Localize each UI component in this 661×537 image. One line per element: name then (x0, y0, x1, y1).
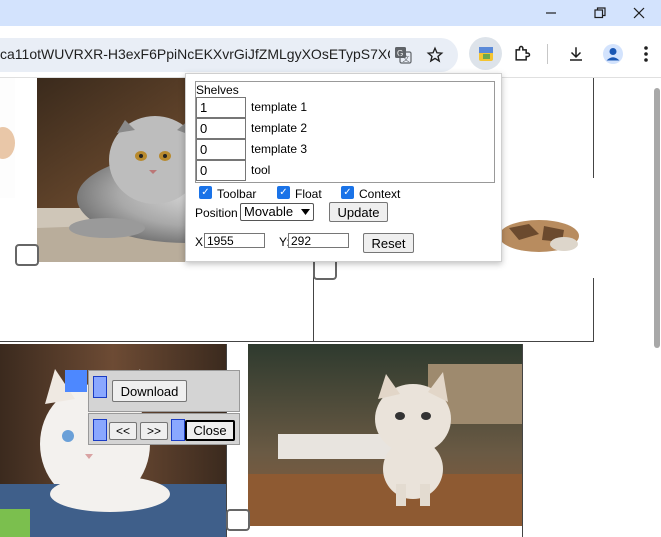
window-titlebar (0, 0, 661, 26)
puzzle-icon[interactable] (505, 37, 538, 70)
profile-icon[interactable] (596, 37, 629, 70)
shelf-count-input[interactable] (196, 97, 246, 118)
context-checkbox[interactable]: ✓ (341, 186, 354, 199)
extension-popup: Shelves template 1 template 2 template 3… (185, 73, 502, 262)
shelf-count-input[interactable] (196, 160, 246, 181)
shelves-group: Shelves template 1 template 2 template 3… (195, 81, 495, 183)
url-text[interactable]: ca11otWUVRXR-H3exF6PpiNcEKXvrGiJfZMLgyXO… (0, 46, 390, 62)
float-checkbox-label: Float (295, 187, 322, 201)
position-label: Position (195, 206, 238, 220)
context-checkbox-label: Context (359, 187, 401, 201)
shelf-label: template 3 (251, 142, 308, 156)
shelf-label: template 2 (251, 121, 308, 135)
cat-photo (0, 78, 15, 198)
close-icon[interactable] (617, 0, 661, 26)
grid-cell (226, 344, 523, 537)
restore-icon[interactable] (578, 0, 622, 26)
shelf-row: template 3 (196, 139, 396, 160)
shelf-row: template 2 (196, 118, 396, 139)
prev-button[interactable]: << (109, 422, 137, 440)
minimize-icon[interactable] (529, 0, 573, 26)
select-checkbox[interactable] (15, 244, 39, 266)
x-coordinate-input[interactable] (204, 233, 265, 248)
update-button[interactable]: Update (329, 202, 388, 222)
position-select-value: Movable (244, 204, 294, 219)
close-button[interactable]: Close (185, 420, 235, 441)
download-button[interactable]: Download (112, 380, 187, 402)
shelf-row: template 1 (196, 97, 396, 118)
floating-toolbar-top: Download (88, 370, 240, 412)
svg-text:文: 文 (403, 54, 410, 63)
browser-toolbar: ca11otWUVRXR-H3exF6PpiNcEKXvrGiJfZMLgyXO… (0, 26, 661, 78)
toolbar-divider (547, 44, 548, 64)
shelf-count-input[interactable] (196, 118, 246, 139)
shelf-label: template 1 (251, 100, 308, 114)
shelves-title: Shelves (196, 83, 239, 97)
position-select[interactable]: Movable (240, 203, 314, 221)
star-icon[interactable] (424, 44, 446, 66)
extension-active-icon[interactable] (469, 37, 502, 70)
shelf-count-input[interactable] (196, 139, 246, 160)
chevron-down-icon (301, 209, 310, 215)
drag-handle[interactable] (171, 419, 185, 441)
drag-handle[interactable] (93, 376, 107, 398)
download-icon[interactable] (559, 37, 592, 70)
more-icon[interactable] (634, 37, 658, 70)
translate-icon[interactable]: G文 (392, 44, 414, 66)
drag-handle[interactable] (93, 419, 107, 441)
reset-button[interactable]: Reset (363, 233, 414, 253)
float-checkbox[interactable]: ✓ (277, 186, 290, 199)
widget-handle[interactable] (65, 370, 87, 392)
shelf-label: tool (251, 163, 271, 177)
toolbar-checkbox-label: Toolbar (217, 187, 257, 201)
select-checkbox[interactable] (226, 509, 250, 531)
floating-toolbar-bottom: << >> Close (88, 413, 240, 445)
shelf-row: tool (196, 160, 396, 181)
y-coordinate-input[interactable] (288, 233, 349, 248)
next-button[interactable]: >> (140, 422, 168, 440)
toolbar-checkbox[interactable]: ✓ (199, 186, 212, 199)
scrollbar[interactable] (654, 88, 660, 348)
address-bar[interactable]: ca11otWUVRXR-H3exF6PpiNcEKXvrGiJfZMLgyXO… (0, 38, 458, 72)
